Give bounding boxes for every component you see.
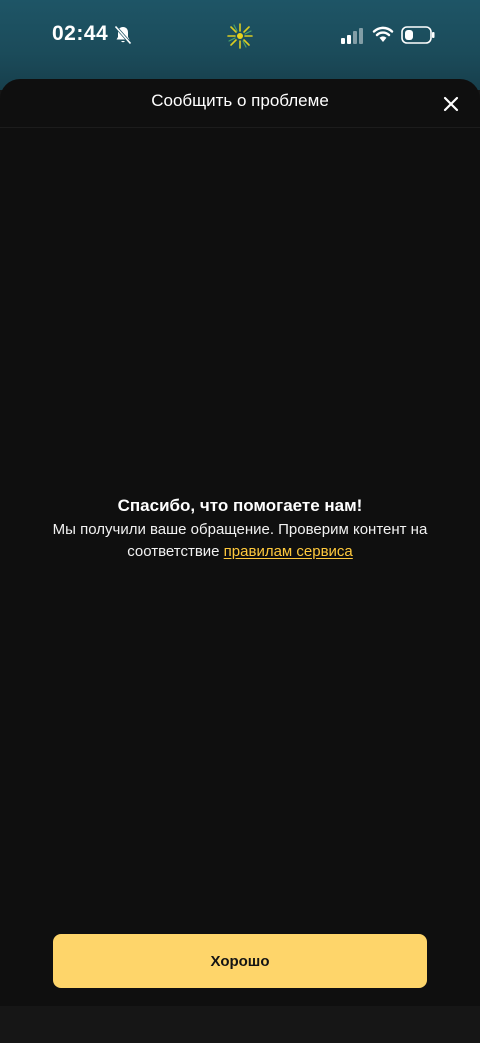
message-title: Спасибо, что помогаете нам! (117, 496, 363, 515)
battery-icon (401, 26, 435, 44)
close-icon[interactable] (438, 91, 464, 117)
status-time: 02:44 (52, 22, 109, 45)
sheet-title: Сообщить о проблеме (151, 91, 329, 110)
ok-button[interactable]: Хорошо (53, 934, 427, 988)
app-logo-icon (227, 23, 253, 49)
report-sheet: Сообщить о проблеме Спасибо, что помогае… (0, 79, 480, 1006)
status-bar: 02:44 (0, 0, 480, 90)
message-body: Мы получили ваше обращение. Проверим кон… (40, 519, 440, 563)
bottom-nav-bar (0, 1006, 480, 1043)
sheet-header: Сообщить о проблеме (0, 79, 480, 128)
wifi-icon (372, 26, 394, 42)
service-rules-link[interactable]: правилам сервиса (224, 543, 353, 560)
bell-muted-icon (114, 25, 132, 45)
signal-icon (341, 28, 363, 44)
screen: 02:44 Сообщить о проблеме Спасибо, что п… (0, 0, 480, 1043)
confirmation-message: Спасибо, что помогаете нам! Мы получили … (40, 495, 440, 563)
